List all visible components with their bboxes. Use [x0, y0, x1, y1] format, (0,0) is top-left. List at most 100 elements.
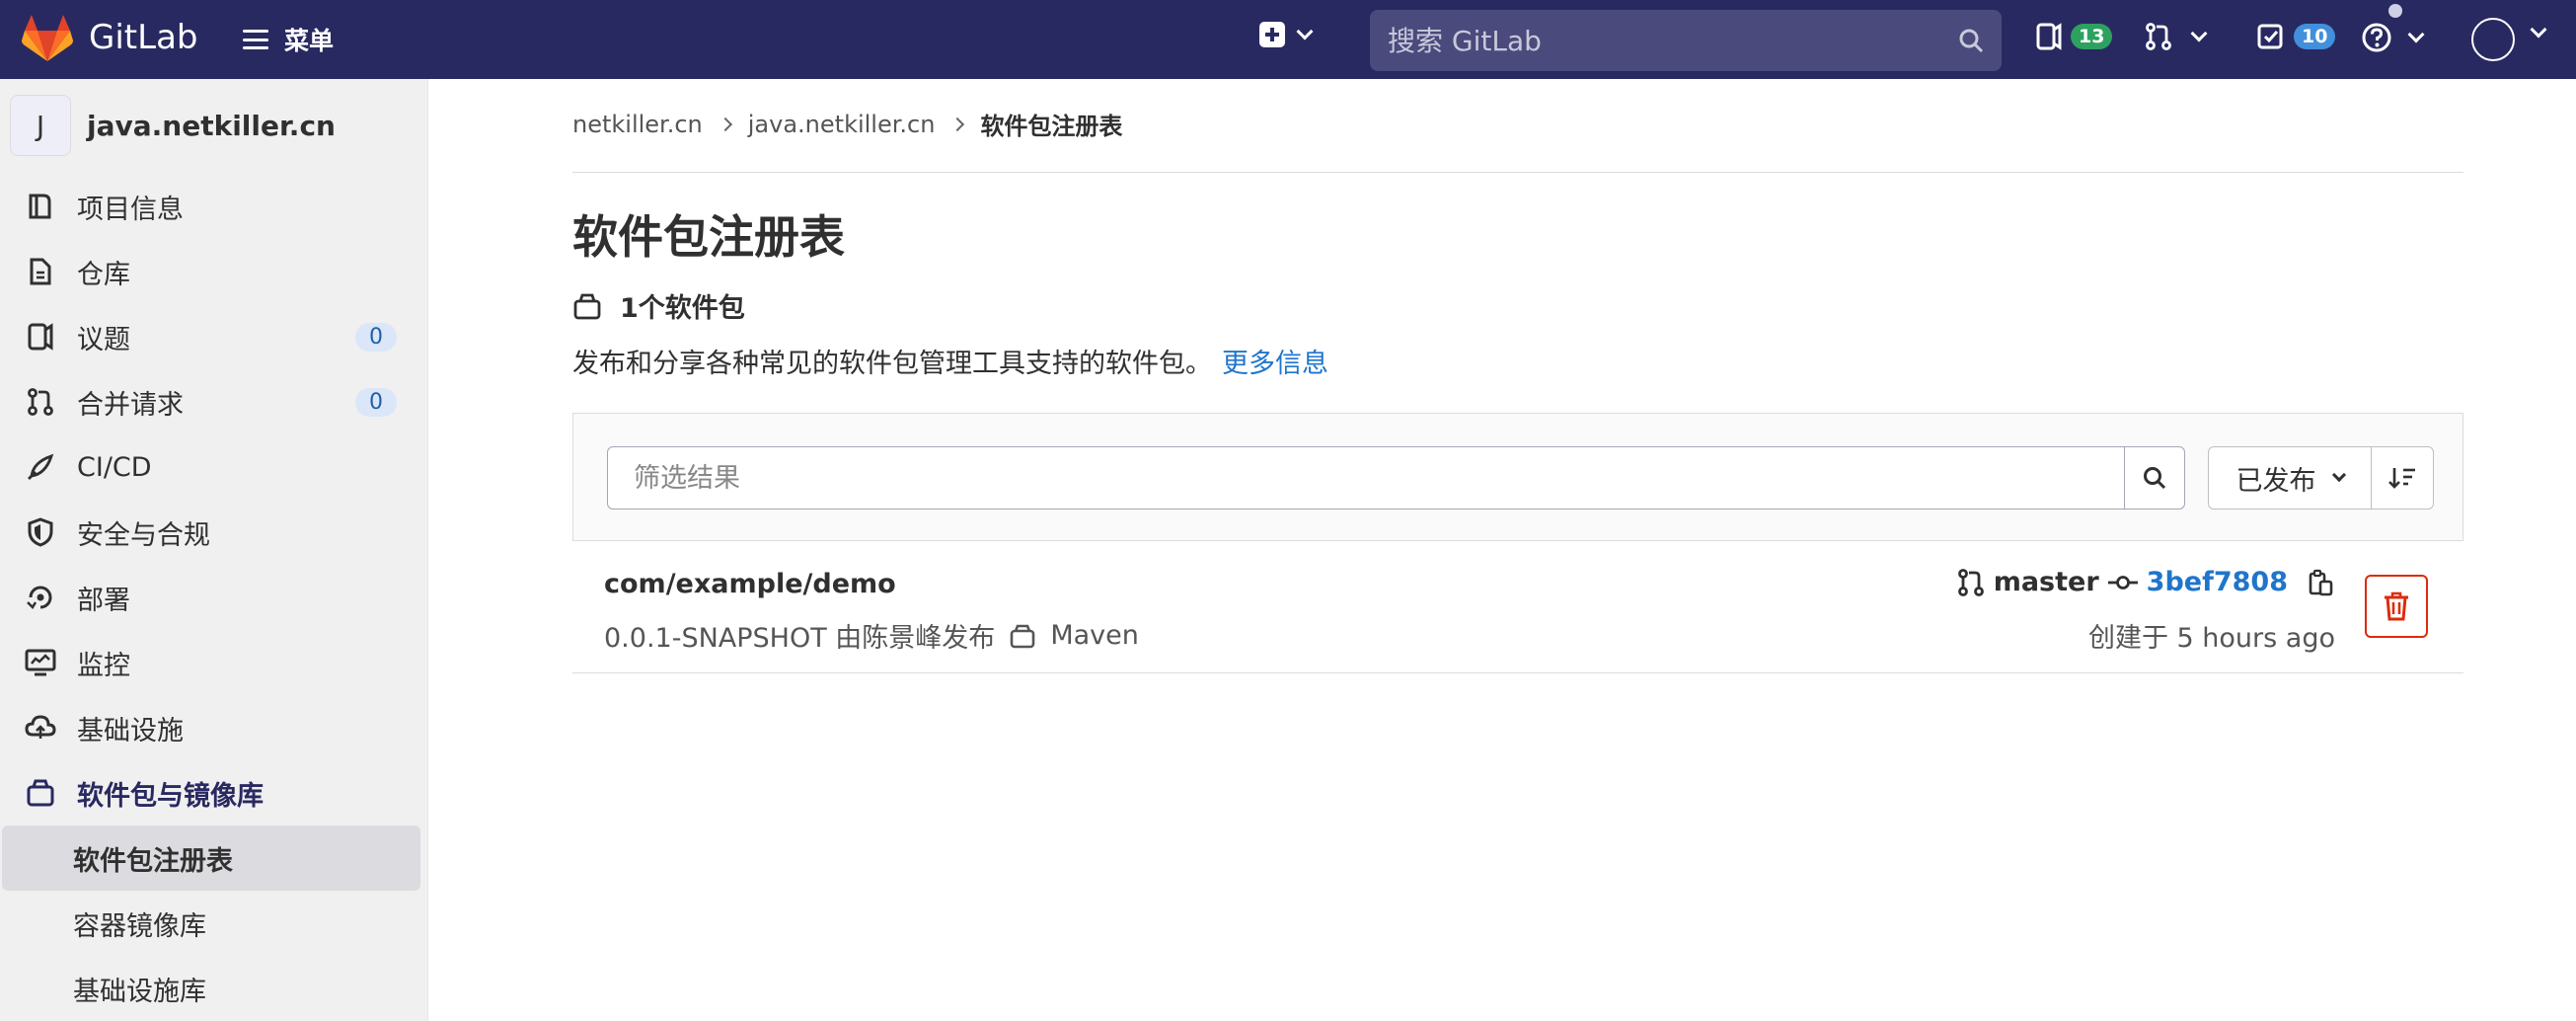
notification-dot [2388, 4, 2402, 18]
description-text: 发布和分享各种常见的软件包管理工具支持的软件包。 [572, 349, 1212, 379]
merge-requests-count-pill: 0 [355, 387, 397, 417]
branch-icon [1957, 568, 1984, 596]
sidebar-item-label: 仓库 [77, 259, 130, 290]
chevron-down-icon [2190, 25, 2208, 42]
gitlab-logo-icon[interactable] [22, 15, 73, 62]
project-header[interactable]: J java.netkiller.cn [10, 95, 336, 156]
sidebar-item-label: 项目信息 [77, 194, 184, 225]
breadcrumb: netkiller.cn java.netkiller.cn 软件包注册表 [572, 107, 1122, 141]
package-row: com/example/demo 0.0.1-SNAPSHOT 由陈景峰发布 M… [572, 553, 2463, 673]
sidebar-item-repository[interactable]: 仓库 [0, 239, 428, 304]
commit-icon [2107, 575, 2138, 589]
package-count: 1个软件包 [572, 286, 745, 325]
sort-descending-icon [2388, 468, 2415, 489]
package-pipeline-info: master 3bef7808 [1956, 567, 2335, 597]
filter-bar: 已发布 [572, 413, 2463, 541]
sidebar-item-infrastructure[interactable]: 基础设施 [0, 695, 428, 760]
branch-name[interactable]: master [1994, 567, 2099, 597]
sidebar-item-label: 监控 [77, 650, 130, 681]
monitor-icon [24, 646, 57, 679]
package-icon [573, 293, 601, 319]
sidebar-item-security[interactable]: 安全与合规 [0, 500, 428, 565]
trash-icon [2385, 591, 2408, 621]
chevron-right-icon [950, 117, 965, 131]
package-meta: 0.0.1-SNAPSHOT 由陈景峰发布 Maven [604, 616, 1139, 655]
issues-icon [2036, 23, 2062, 50]
sidebar-subitem-infrastructure-registry[interactable]: 基础设施库 [0, 956, 428, 1021]
issues-count-pill: 0 [355, 322, 397, 352]
document-icon [24, 255, 57, 288]
sidebar-nav: 项目信息 仓库 议题 0 合并请求 0 CI/CD 安全与合规 部署 监控 基础… [0, 174, 428, 1021]
sidebar-item-label: CI/CD [77, 451, 152, 483]
search-icon [2144, 467, 2166, 490]
sort-label: 已发布 [2235, 465, 2316, 497]
todos-count-badge: 10 [2294, 24, 2336, 49]
sort-direction-button[interactable] [2371, 446, 2434, 510]
issues-icon [24, 320, 57, 353]
menu-button[interactable]: 菜单 [243, 20, 334, 59]
new-dropdown-button[interactable] [1259, 22, 1314, 47]
divider [572, 172, 2463, 173]
filter-input-wrapper[interactable] [607, 446, 2125, 510]
commit-sha-link[interactable]: 3bef7808 [2147, 567, 2288, 597]
breadcrumb-project[interactable]: java.netkiller.cn [748, 111, 936, 138]
todo-check-icon [2257, 24, 2283, 49]
user-avatar[interactable] [2471, 18, 2515, 61]
merge-request-icon [2146, 23, 2171, 50]
sidebar-item-cicd[interactable]: CI/CD [0, 434, 428, 500]
sort-dropdown[interactable]: 已发布 [2208, 446, 2372, 510]
sidebar-item-project-info[interactable]: 项目信息 [0, 174, 428, 239]
top-navbar: GitLab 菜单 13 [0, 0, 2576, 79]
merge-request-icon [24, 385, 57, 419]
hamburger-icon [243, 30, 268, 49]
breadcrumb-group[interactable]: netkiller.cn [572, 111, 703, 138]
menu-label: 菜单 [284, 27, 335, 55]
search-icon [1959, 29, 1984, 53]
issues-count-badge: 13 [2071, 24, 2113, 49]
chevron-down-icon [2331, 467, 2346, 483]
rocket-icon [24, 450, 57, 484]
plus-square-icon [1259, 22, 1285, 47]
package-created-time: 创建于 5 hours ago [2087, 623, 2335, 654]
help-button[interactable] [2361, 22, 2425, 53]
package-icon [1011, 624, 1035, 648]
help-icon [2362, 23, 2391, 52]
sidebar-subitem-package-registry[interactable]: 软件包注册表 [2, 825, 420, 891]
sidebar-subitem-container-registry[interactable]: 容器镜像库 [0, 891, 428, 956]
package-name[interactable]: com/example/demo [604, 569, 896, 599]
page-description: 发布和分享各种常见的软件包管理工具支持的软件包。 更多信息 [572, 342, 1328, 380]
sidebar-item-label: 部署 [77, 585, 130, 616]
project-avatar: J [10, 95, 71, 156]
brand-name[interactable]: GitLab [89, 18, 197, 57]
sidebar-item-label: 合并请求 [77, 389, 184, 421]
project-name: java.netkiller.cn [87, 109, 336, 142]
filter-search-button[interactable] [2124, 446, 2185, 510]
sidebar-item-monitor[interactable]: 监控 [0, 630, 428, 695]
package-count-text: 1个软件包 [620, 293, 745, 324]
package-type: Maven [1050, 620, 1139, 651]
sidebar-item-merge-requests[interactable]: 合并请求 0 [0, 369, 428, 434]
sidebar-item-issues[interactable]: 议题 0 [0, 304, 428, 369]
more-info-link[interactable]: 更多信息 [1222, 349, 1328, 379]
shield-icon [24, 515, 57, 549]
copy-icon[interactable] [2308, 568, 2335, 597]
package-version: 0.0.1-SNAPSHOT 由陈景峰发布 [604, 623, 996, 654]
sidebar-item-label: 软件包与镜像库 [77, 780, 264, 812]
project-sidebar: J java.netkiller.cn 项目信息 仓库 议题 0 合并请求 0 … [0, 79, 428, 1021]
filter-input[interactable] [634, 462, 2098, 494]
merge-requests-button[interactable] [2144, 22, 2208, 51]
global-search[interactable] [1370, 10, 2002, 71]
sidebar-item-deployments[interactable]: 部署 [0, 565, 428, 630]
delete-package-button[interactable] [2365, 575, 2428, 638]
issues-button[interactable]: 13 [2035, 22, 2113, 51]
user-menu-toggle[interactable] [2530, 21, 2547, 39]
search-input[interactable] [1388, 24, 1958, 57]
deployments-icon [24, 581, 57, 614]
sidebar-item-packages-registries[interactable]: 软件包与镜像库 [0, 760, 428, 825]
todos-button[interactable]: 10 [2256, 22, 2336, 51]
chevron-down-icon [1296, 23, 1314, 40]
package-icon [24, 776, 57, 810]
sidebar-item-label: 议题 [77, 324, 130, 355]
breadcrumb-current[interactable]: 软件包注册表 [980, 107, 1122, 141]
sidebar-item-label: 安全与合规 [77, 519, 210, 551]
